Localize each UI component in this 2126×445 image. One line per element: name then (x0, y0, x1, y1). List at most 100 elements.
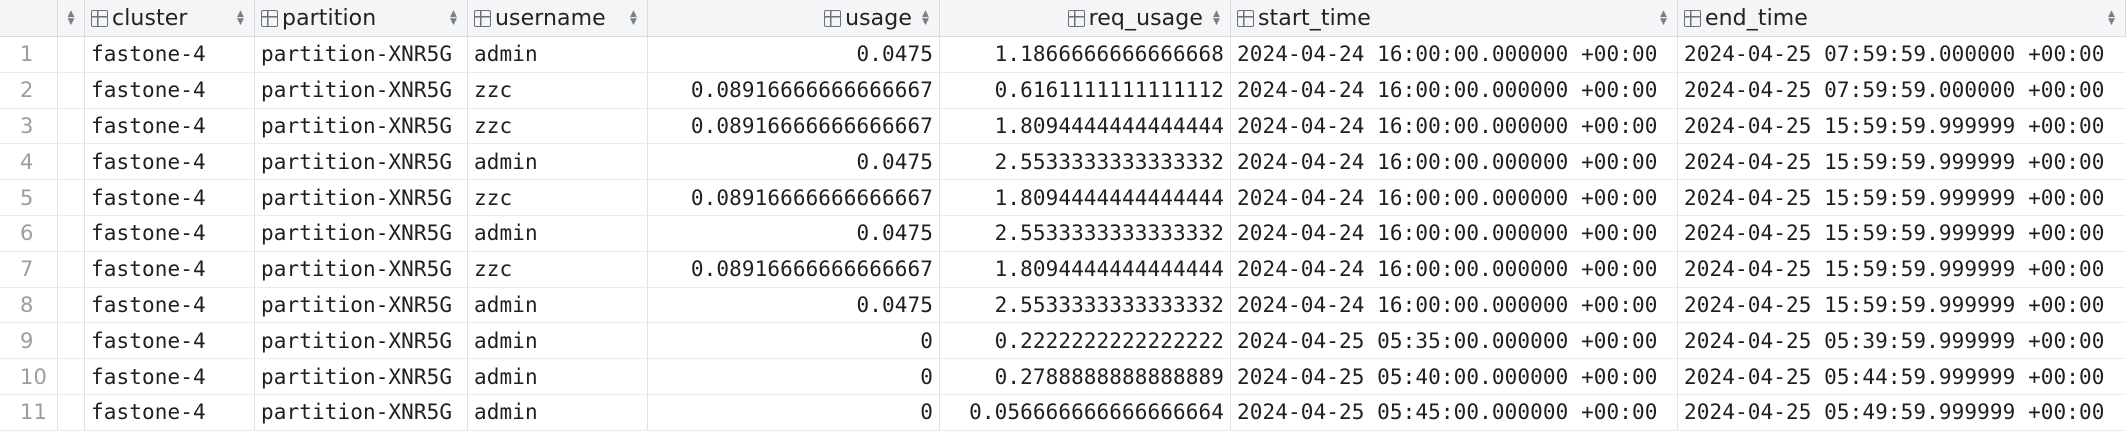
start-time-cell[interactable]: 2024-04-24 16:00:00.000000 +00:00 (1231, 287, 1678, 323)
table-row[interactable]: 4 fastone-4 partition-XNR5G admin 0.0475 2.55… (0, 144, 2126, 181)
usage-cell[interactable]: 0.0475 (648, 287, 940, 323)
req-usage-cell[interactable]: 0.6161111111111112 (940, 72, 1231, 108)
row-number[interactable]: 10 (0, 359, 58, 394)
table-row[interactable]: 10 fastone-4 partition-XNR5G admin 0 0.278888… (0, 359, 2126, 395)
usage-cell[interactable]: 0.08916666666666667 (648, 72, 940, 108)
username-cell[interactable]: admin (468, 394, 648, 430)
req-usage-cell[interactable]: 2.5533333333333332 (940, 287, 1231, 323)
table-row[interactable]: 9 fastone-4 partition-XNR5G admin 0 0.2222222… (0, 323, 2126, 360)
partition-cell[interactable]: partition-XNR5G (255, 323, 468, 359)
cluster-cell[interactable]: fastone-4 (85, 72, 255, 108)
column-sort-toggle[interactable]: ▲ ▼ (58, 0, 85, 36)
start-time-cell[interactable]: 2024-04-24 16:00:00.000000 +00:00 (1231, 180, 1678, 215)
column-header-username[interactable]: username ▲ ▼ (468, 0, 648, 36)
end-time-cell[interactable]: 2024-04-25 05:44:59.999999 +00:00 (1678, 359, 2126, 394)
table-row[interactable]: 5 fastone-4 partition-XNR5G zzc 0.0891666666… (0, 180, 2126, 216)
sort-arrows-icon[interactable]: ▲ ▼ (450, 10, 467, 27)
username-cell[interactable]: admin (468, 37, 648, 72)
column-header-start-time[interactable]: start_time ▲ ▼ (1231, 0, 1678, 36)
end-time-cell[interactable]: 2024-04-25 15:59:59.999999 +00:00 (1678, 144, 2126, 179)
username-cell[interactable]: admin (468, 215, 648, 251)
row-selector[interactable] (58, 394, 85, 430)
row-selector[interactable] (58, 287, 85, 323)
usage-cell[interactable]: 0.08916666666666667 (648, 108, 940, 144)
start-time-cell[interactable]: 2024-04-24 16:00:00.000000 +00:00 (1231, 37, 1678, 72)
row-number[interactable]: 1 (0, 37, 58, 72)
cluster-cell[interactable]: fastone-4 (85, 37, 255, 72)
row-number[interactable]: 9 (0, 323, 58, 359)
column-header-req-usage[interactable]: req_usage ▲ ▼ (940, 0, 1231, 36)
row-selector[interactable] (58, 323, 85, 359)
req-usage-cell[interactable]: 2.5533333333333332 (940, 144, 1231, 180)
partition-cell[interactable]: partition-XNR5G (255, 144, 468, 180)
cluster-cell[interactable]: fastone-4 (85, 144, 255, 180)
row-number[interactable]: 11 (0, 394, 58, 430)
row-selector[interactable] (58, 180, 85, 215)
cluster-cell[interactable]: fastone-4 (85, 108, 255, 144)
sort-arrows-icon[interactable]: ▲ ▼ (922, 10, 933, 27)
start-time-cell[interactable]: 2024-04-24 16:00:00.000000 +00:00 (1231, 72, 1678, 108)
usage-cell[interactable]: 0.08916666666666667 (648, 180, 940, 215)
table-row[interactable]: 7 fastone-4 partition-XNR5G zzc 0.0891666666… (0, 251, 2126, 288)
sort-arrows-icon[interactable]: ▲ ▼ (67, 10, 74, 27)
username-cell[interactable]: admin (468, 359, 648, 394)
end-time-cell[interactable]: 2024-04-25 15:59:59.999999 +00:00 (1678, 180, 2126, 215)
partition-cell[interactable]: partition-XNR5G (255, 251, 468, 287)
row-number[interactable]: 3 (0, 108, 58, 144)
end-time-cell[interactable]: 2024-04-25 15:59:59.999999 +00:00 (1678, 252, 2126, 287)
req-usage-cell[interactable]: 0.2222222222222222 (940, 323, 1231, 359)
row-selector[interactable] (58, 251, 85, 287)
req-usage-cell[interactable]: 1.8094444444444444 (940, 251, 1231, 287)
row-number[interactable]: 6 (0, 215, 58, 251)
row-number[interactable]: 5 (0, 180, 58, 215)
row-selector[interactable] (58, 72, 85, 108)
usage-cell[interactable]: 0.0475 (648, 144, 940, 180)
start-time-cell[interactable]: 2024-04-25 05:40:00.000000 +00:00 (1231, 359, 1678, 394)
cluster-cell[interactable]: fastone-4 (85, 323, 255, 359)
row-number[interactable]: 7 (0, 251, 58, 287)
column-header-partition[interactable]: partition ▲ ▼ (255, 0, 468, 36)
end-time-cell[interactable]: 2024-04-25 15:59:59.999999 +00:00 (1678, 109, 2126, 144)
req-usage-cell[interactable]: 1.8094444444444444 (940, 180, 1231, 215)
table-row[interactable]: 2 fastone-4 partition-XNR5G zzc 0.0891666666… (0, 72, 2126, 109)
sort-arrows-icon[interactable]: ▲ ▼ (1213, 10, 1224, 27)
req-usage-cell[interactable]: 0.056666666666666664 (940, 394, 1231, 430)
username-cell[interactable]: zzc (468, 251, 648, 287)
partition-cell[interactable]: partition-XNR5G (255, 287, 468, 323)
partition-cell[interactable]: partition-XNR5G (255, 72, 468, 108)
start-time-cell[interactable]: 2024-04-24 16:00:00.000000 +00:00 (1231, 144, 1678, 180)
partition-cell[interactable]: partition-XNR5G (255, 180, 468, 215)
usage-cell[interactable]: 0 (648, 394, 940, 430)
username-cell[interactable]: zzc (468, 108, 648, 144)
row-selector[interactable] (58, 215, 85, 251)
table-row[interactable]: 3 fastone-4 partition-XNR5G zzc 0.0891666666… (0, 108, 2126, 145)
partition-cell[interactable]: partition-XNR5G (255, 359, 468, 394)
table-row[interactable]: 6 fastone-4 partition-XNR5G admin 0.0475 2.55… (0, 215, 2126, 252)
start-time-cell[interactable]: 2024-04-25 05:45:00.000000 +00:00 (1231, 394, 1678, 430)
start-time-cell[interactable]: 2024-04-25 05:35:00.000000 +00:00 (1231, 323, 1678, 359)
start-time-cell[interactable]: 2024-04-24 16:00:00.000000 +00:00 (1231, 215, 1678, 251)
partition-cell[interactable]: partition-XNR5G (255, 215, 468, 251)
cluster-cell[interactable]: fastone-4 (85, 180, 255, 215)
row-selector[interactable] (58, 144, 85, 180)
row-number[interactable]: 8 (0, 287, 58, 323)
sort-arrows-icon[interactable]: ▲ ▼ (1660, 10, 1677, 27)
column-header-end-time[interactable]: end_time ▲ ▼ (1678, 0, 2126, 36)
req-usage-cell[interactable]: 1.1866666666666668 (940, 37, 1231, 72)
partition-cell[interactable]: partition-XNR5G (255, 394, 468, 430)
username-cell[interactable]: admin (468, 287, 648, 323)
cluster-cell[interactable]: fastone-4 (85, 251, 255, 287)
req-usage-cell[interactable]: 1.8094444444444444 (940, 108, 1231, 144)
req-usage-cell[interactable]: 2.5533333333333332 (940, 215, 1231, 251)
sort-arrows-icon[interactable]: ▲ ▼ (237, 10, 254, 27)
row-selector[interactable] (58, 359, 85, 394)
usage-cell[interactable]: 0 (648, 323, 940, 359)
table-row[interactable]: 1 fastone-4 partition-XNR5G admin 0.0475 1.18… (0, 37, 2126, 73)
sort-arrows-icon[interactable]: ▲ ▼ (2108, 10, 2125, 27)
start-time-cell[interactable]: 2024-04-24 16:00:00.000000 +00:00 (1231, 251, 1678, 287)
cluster-cell[interactable]: fastone-4 (85, 287, 255, 323)
usage-cell[interactable]: 0.0475 (648, 215, 940, 251)
row-number[interactable]: 2 (0, 72, 58, 108)
end-time-cell[interactable]: 2024-04-25 15:59:59.999999 +00:00 (1678, 288, 2126, 323)
row-selector[interactable] (58, 37, 85, 72)
